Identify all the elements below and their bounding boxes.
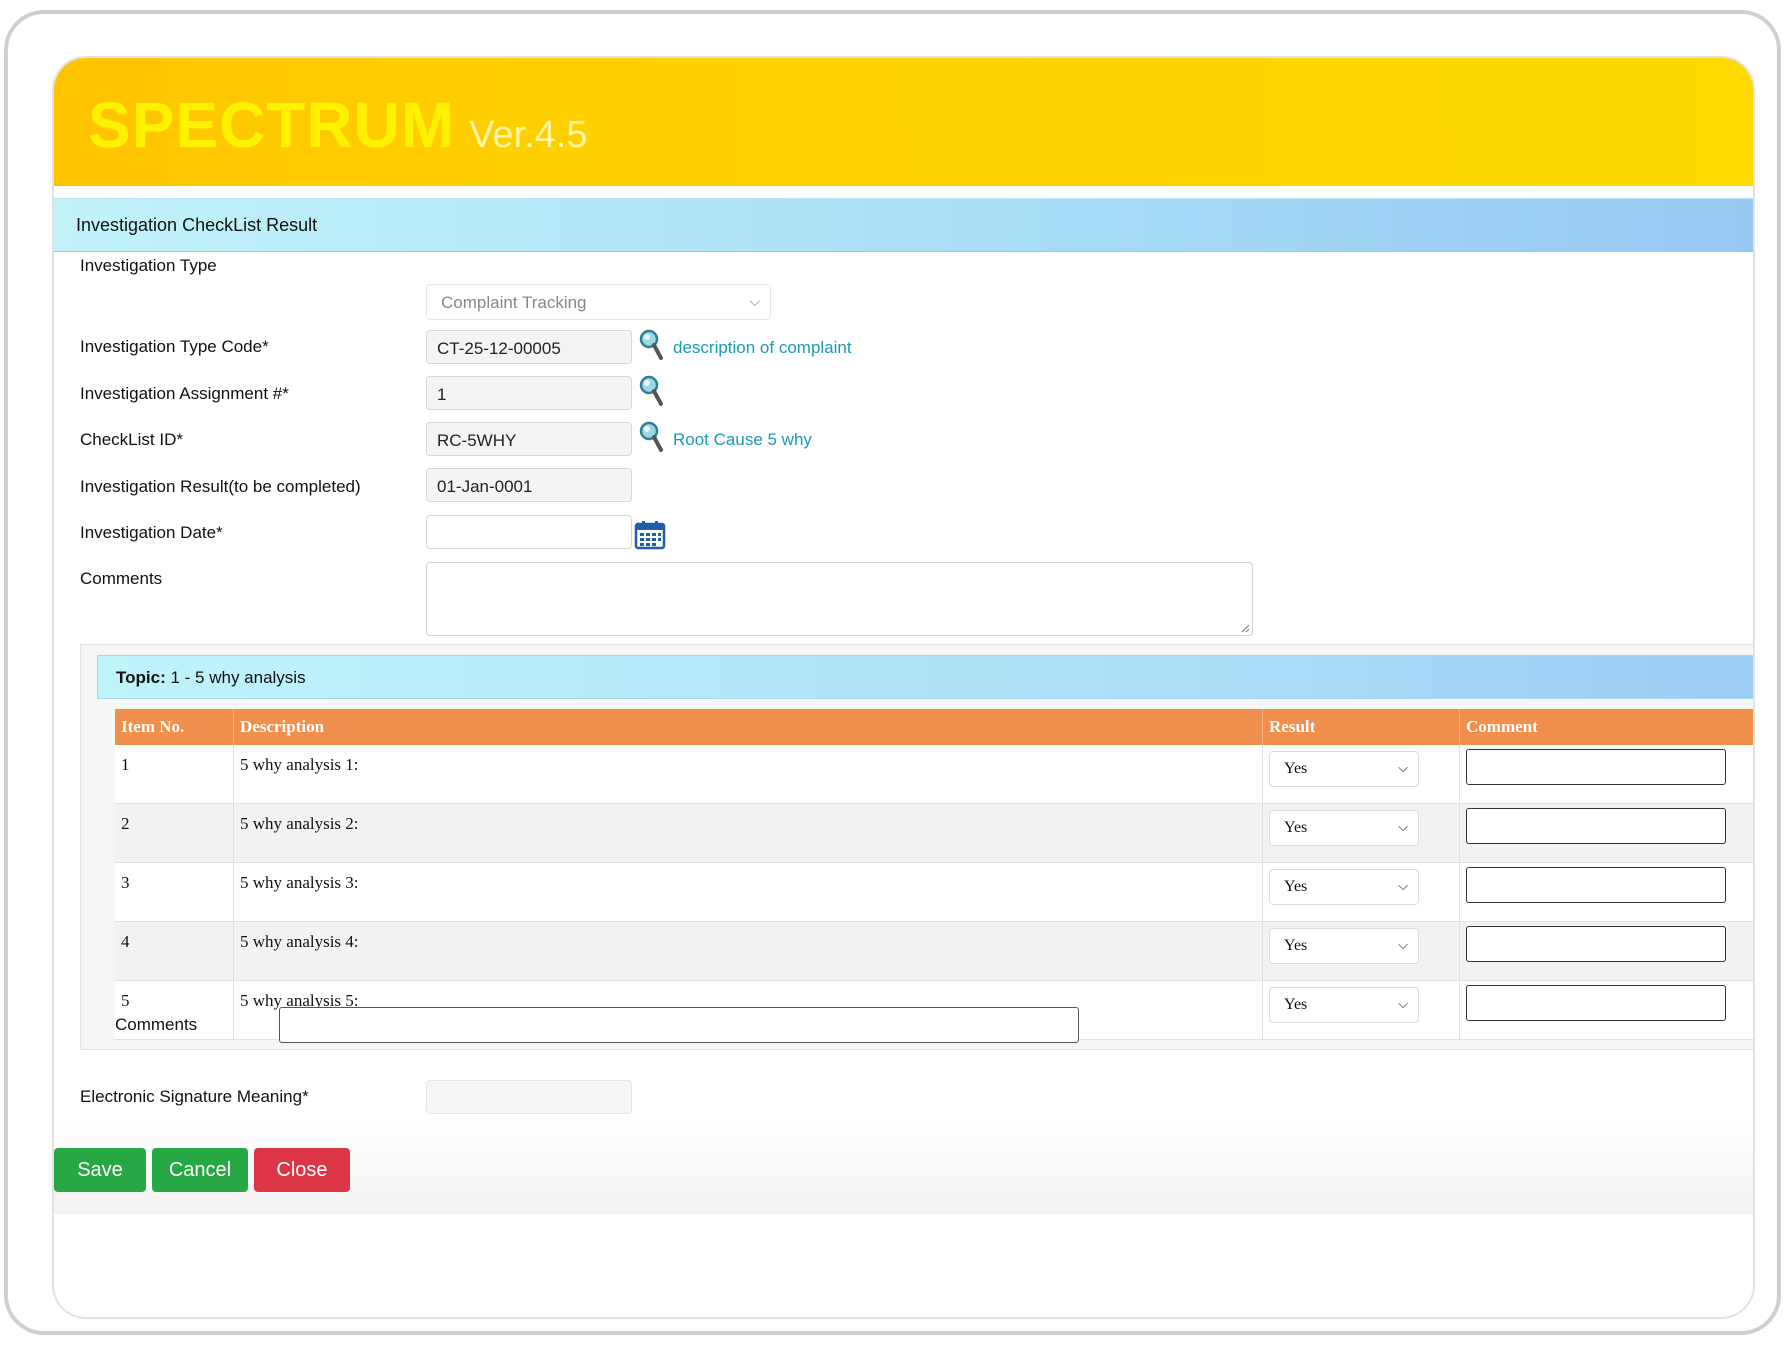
result-value: Yes [1284,937,1308,954]
description-cell: 5 why analysis 3: [233,862,1263,922]
date-input[interactable] [426,515,632,549]
result-value: Yes [1284,760,1308,777]
table-header-row: Item No. Description Result Comment [115,709,1753,745]
topic-comments-input[interactable] [279,1007,1079,1043]
result-cell: Yes ⌵ [1262,745,1460,804]
topic-title: 1 - 5 why analysis [170,668,306,687]
app-panel: SPECTRUM Ver.4.5 Investigation CheckList … [52,56,1755,1319]
comment-cell [1459,980,1753,1040]
cancel-button[interactable]: Cancel [152,1148,248,1192]
checklist-input[interactable]: RC-5WHY [426,422,632,456]
esig-label: Electronic Signature Meaning* [80,1087,309,1106]
calendar-icon[interactable] [634,520,666,550]
type-code-input[interactable]: CT-25-12-00005 [426,330,632,364]
result-select[interactable]: Yes ⌵ [1269,751,1419,787]
item-no-cell: 2 [115,803,234,863]
topic-header: Topic: 1 - 5 why analysis [97,655,1753,699]
esig-input[interactable] [426,1080,632,1114]
investigation-type-value: Complaint Tracking [441,293,587,312]
table-row: 4 5 why analysis 4: Yes ⌵ [115,921,1753,981]
topic-comments-label: Comments [115,1015,198,1034]
comments-textarea[interactable] [426,562,1253,636]
result-select[interactable]: Yes ⌵ [1269,810,1419,846]
item-no-cell: 1 [115,745,234,804]
checklist-label: CheckList ID* [80,430,183,449]
item-no-cell: 3 [115,862,234,922]
chevron-down-icon: ⌵ [1398,760,1408,775]
comment-input[interactable] [1466,867,1726,903]
chevron-down-icon: ⌵ [749,293,760,309]
brand-version: Ver.4.5 [469,114,588,156]
brand-name: SPECTRUM [88,89,456,161]
header-banner: SPECTRUM Ver.4.5 [54,58,1753,186]
comment-cell [1459,745,1753,804]
result-input: 01-Jan-0001 [426,468,632,502]
checklist-table: Item No. Description Result Comment 1 5 … [115,709,1753,1040]
description-cell: 5 why analysis 1: [233,745,1263,804]
table-row: 3 5 why analysis 3: Yes ⌵ [115,862,1753,922]
topic-prefix: Topic: [116,668,166,687]
magnifier-icon[interactable] [638,374,664,408]
topic-section: Topic: 1 - 5 why analysis Item No. Descr… [80,644,1753,1050]
type-code-label: Investigation Type Code* [80,337,269,356]
item-no-cell: 4 [115,921,234,981]
comment-input[interactable] [1466,926,1726,962]
result-cell: Yes ⌵ [1262,862,1460,922]
investigation-type-label: Investigation Type [80,256,217,275]
comment-input[interactable] [1466,808,1726,844]
comment-input[interactable] [1466,985,1726,1021]
result-select[interactable]: Yes ⌵ [1269,987,1419,1023]
column-header-comment: Comment [1459,709,1753,745]
magnifier-icon[interactable] [638,420,664,454]
comment-input[interactable] [1466,749,1726,785]
result-value: Yes [1284,878,1308,895]
result-cell: Yes ⌵ [1262,803,1460,863]
column-header-item-no: Item No. [115,709,234,745]
comment-cell [1459,921,1753,981]
chevron-down-icon: ⌵ [1398,937,1408,952]
assignment-label: Investigation Assignment #* [80,384,289,403]
chevron-down-icon: ⌵ [1398,878,1408,893]
comment-cell [1459,803,1753,863]
result-value: Yes [1284,819,1308,836]
date-label: Investigation Date* [80,523,223,542]
comments-label: Comments [80,569,163,588]
result-select[interactable]: Yes ⌵ [1269,869,1419,905]
magnifier-icon[interactable] [638,328,664,362]
section-header: Investigation CheckList Result [54,198,1753,252]
chevron-down-icon: ⌵ [1398,819,1408,834]
result-value: Yes [1284,996,1308,1013]
outer-frame: SPECTRUM Ver.4.5 Investigation CheckList … [4,10,1781,1335]
table-row: 2 5 why analysis 2: Yes ⌵ [115,803,1753,863]
column-header-result: Result [1262,709,1460,745]
type-code-description-link[interactable]: description of complaint [673,338,852,358]
resize-grip-icon[interactable] [1240,623,1250,633]
table-row: 1 5 why analysis 1: Yes ⌵ [115,745,1753,804]
result-select[interactable]: Yes ⌵ [1269,928,1419,964]
brand-logo: SPECTRUM Ver.4.5 [88,88,587,162]
checklist-description-link[interactable]: Root Cause 5 why [673,430,812,450]
close-button[interactable]: Close [254,1148,350,1192]
assignment-input[interactable]: 1 [426,376,632,410]
result-cell: Yes ⌵ [1262,980,1460,1040]
description-cell: 5 why analysis 2: [233,803,1263,863]
comment-cell [1459,862,1753,922]
chevron-down-icon: ⌵ [1398,996,1408,1011]
investigation-type-select[interactable]: Complaint Tracking ⌵ [426,284,771,320]
section-title: Investigation CheckList Result [76,215,318,235]
result-cell: Yes ⌵ [1262,921,1460,981]
result-label: Investigation Result(to be completed) [80,477,361,496]
column-header-description: Description [233,709,1263,745]
save-button[interactable]: Save [54,1148,146,1192]
description-cell: 5 why analysis 4: [233,921,1263,981]
